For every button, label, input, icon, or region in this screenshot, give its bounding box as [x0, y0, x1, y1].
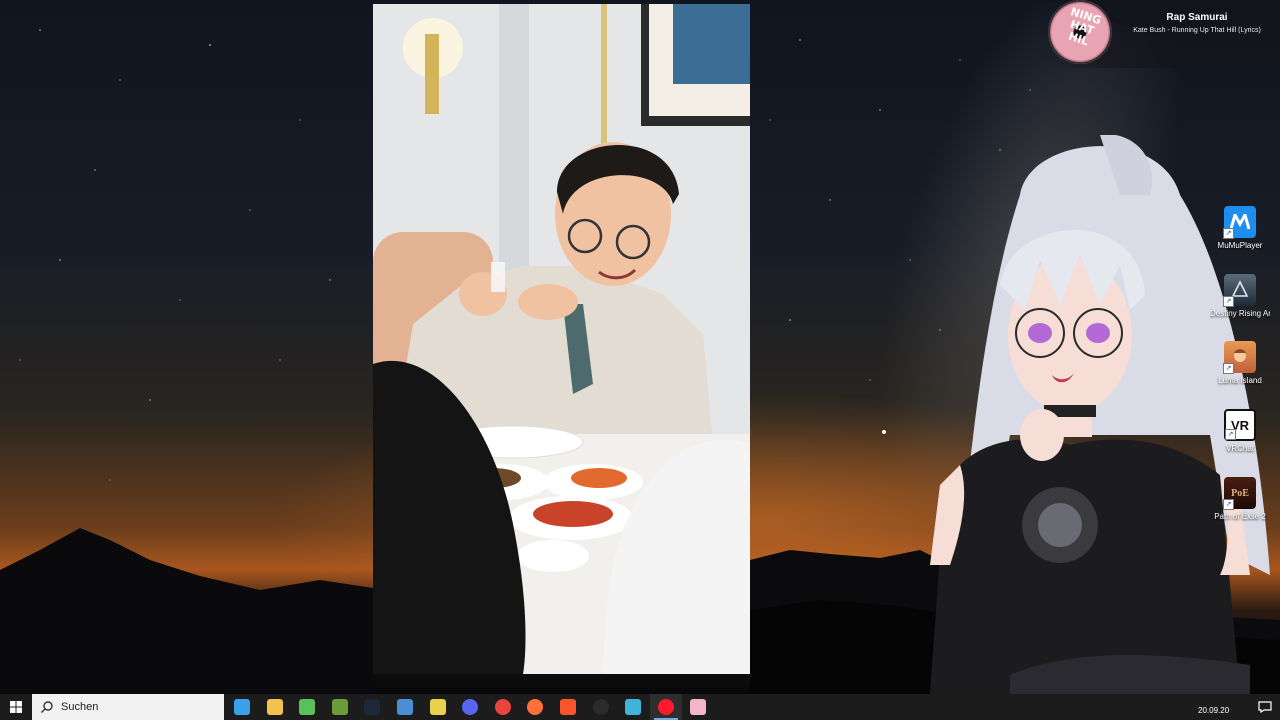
- search-icon: [41, 701, 53, 713]
- taskbar-app-minecraft[interactable]: [324, 694, 356, 720]
- now-playing-track: Kate Bush - Running Up That Hill (Lyrics…: [1133, 27, 1261, 34]
- mumu-player-icon: ↗: [1223, 206, 1256, 239]
- taskbar-app-app-green[interactable]: [291, 694, 323, 720]
- vtuber-app-icon: [690, 699, 706, 715]
- path-of-exile-icon: PoE ↗: [1223, 477, 1256, 510]
- taskbar-search[interactable]: [32, 694, 224, 720]
- video-player[interactable]: [373, 4, 750, 674]
- desktop-icon-label: Path of Exile 2: [1214, 512, 1266, 521]
- window-app-icon: [397, 699, 413, 715]
- taskbar-app-steam[interactable]: [356, 694, 388, 720]
- taskbar-app-shield-app[interactable]: [422, 694, 454, 720]
- start-button[interactable]: [0, 694, 32, 720]
- taskbar-app-window-app[interactable]: [389, 694, 421, 720]
- file-explorer-icon: [267, 699, 283, 715]
- shortcut-arrow-icon: ↗: [1225, 429, 1236, 440]
- desktop-icon-path-of-exile[interactable]: PoE ↗ Path of Exile 2: [1210, 477, 1270, 522]
- desktop-icon-label: Luma Island: [1218, 376, 1262, 385]
- desktop-icon-label: MuMuPlayer: [1217, 241, 1263, 250]
- desktop-icon-luma-island[interactable]: ↗ Luma Island: [1210, 341, 1270, 386]
- shortcut-arrow-icon: ↗: [1223, 296, 1234, 307]
- desktop-icon-destiny-rising[interactable]: ↗ Destiny Rising Andro...: [1210, 274, 1270, 319]
- desktop-icon-mumuplayer[interactable]: ↗ MuMuPlayer: [1210, 206, 1270, 251]
- shield-app-icon: [430, 699, 446, 715]
- notification-icon: [1258, 701, 1272, 713]
- opera-icon: [658, 699, 674, 715]
- desktop-icon-label: Destiny Rising Andro...: [1210, 309, 1270, 318]
- chrome-icon: [495, 699, 511, 715]
- desktop-icon-label: VRChat: [1225, 444, 1254, 453]
- brave-icon: [560, 699, 576, 715]
- now-playing-title: Rap Samurai: [1166, 12, 1228, 23]
- steam-icon: [364, 699, 380, 715]
- taskbar-app-opera[interactable]: [650, 694, 682, 720]
- vrchat-icon: VR ↗: [1224, 409, 1256, 441]
- taskbar-app-obs[interactable]: [585, 694, 617, 720]
- search-input[interactable]: [59, 700, 223, 714]
- taskbar-app-firefox[interactable]: [519, 694, 551, 720]
- obs-icon: [593, 699, 609, 715]
- discord-icon: [462, 699, 478, 715]
- desktop-icon-vrchat[interactable]: VR ↗ VRChat: [1210, 409, 1270, 454]
- album-art: NING HAT HIL: [1048, 0, 1112, 64]
- notification-button[interactable]: [1250, 694, 1280, 720]
- taskbar-app-vtuber-app[interactable]: [682, 694, 714, 720]
- windows-logo-icon: [10, 701, 22, 713]
- album-art-text: NING HAT HIL: [1066, 5, 1103, 49]
- shortcut-arrow-icon: ↗: [1223, 228, 1234, 239]
- destiny-rising-icon: ↗: [1223, 274, 1256, 307]
- app-green-icon: [299, 699, 315, 715]
- shortcut-arrow-icon: ↗: [1223, 499, 1234, 510]
- app-teal-icon: [625, 699, 641, 715]
- taskbar-clock[interactable]: 20.09.20: [1198, 706, 1246, 715]
- taskbar-app-microsoft-store[interactable]: [226, 694, 258, 720]
- taskbar-app-brave[interactable]: [552, 694, 584, 720]
- microsoft-store-icon: [234, 699, 250, 715]
- taskbar-app-app-teal[interactable]: [617, 694, 649, 720]
- taskbar-app-chrome[interactable]: [487, 694, 519, 720]
- taskbar-app-file-explorer[interactable]: [259, 694, 291, 720]
- firefox-icon: [527, 699, 543, 715]
- taskbar: 20.09.20: [0, 694, 1280, 720]
- video-frame: [373, 4, 750, 674]
- poe-icon-text: PoE: [1231, 487, 1249, 499]
- luma-island-icon: ↗: [1223, 341, 1256, 374]
- now-playing-widget: NING HAT HIL Rap Samurai Kate Bush - Run…: [1040, 0, 1280, 68]
- shortcut-arrow-icon: ↗: [1223, 363, 1234, 374]
- minecraft-icon: [332, 699, 348, 715]
- taskbar-app-discord[interactable]: [454, 694, 486, 720]
